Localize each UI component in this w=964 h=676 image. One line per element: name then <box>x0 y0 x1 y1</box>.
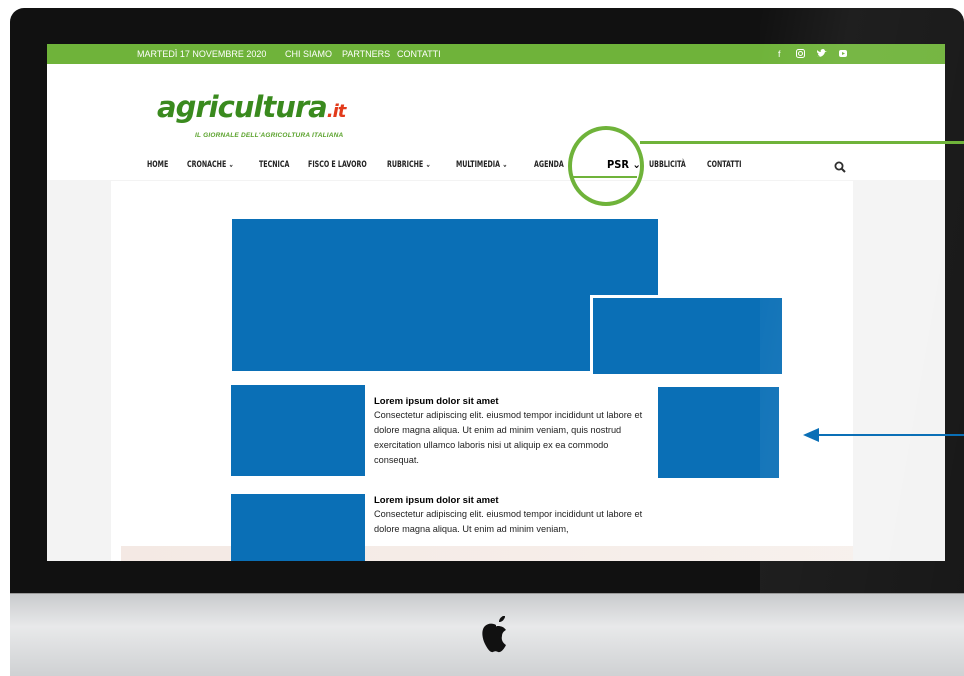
secondary-image-placeholder[interactable] <box>590 295 782 374</box>
nav-agenda[interactable]: AGENDA <box>534 160 564 174</box>
site-logo[interactable]: agricultura.it <box>157 90 347 124</box>
article-1-thumbnail[interactable] <box>231 385 365 476</box>
nav-contatti[interactable]: CONTATTI <box>707 160 742 174</box>
screen-reflection <box>760 8 964 593</box>
nav-pubblicita[interactable]: UBBLICITÀ <box>649 160 686 174</box>
article-2-title[interactable]: Lorem ipsum dolor sit amet <box>374 495 499 506</box>
callout-line-green <box>640 141 964 144</box>
logo-name: agricultura <box>157 90 328 124</box>
logo-tagline: IL GIORNALE DELL'AGRICOLTURA ITALIANA <box>195 132 344 139</box>
topbar-link-partners[interactable]: PARTNERS <box>342 49 390 59</box>
topbar-link-chi-siamo[interactable]: CHI SIAMO <box>285 49 332 59</box>
apple-logo-icon <box>482 616 506 653</box>
nav-cronache[interactable]: CRONACHE ⌄ <box>187 160 234 174</box>
article-2-body: Consectetur adipiscing elit. eiusmod tem… <box>374 509 643 534</box>
nav-tecnica[interactable]: TECNICA <box>259 160 289 174</box>
article-1-title[interactable]: Lorem ipsum dolor sit amet <box>374 396 499 407</box>
article-2-thumbnail[interactable] <box>231 494 365 561</box>
article-1-body: Consectetur adipiscing elit. eiusmod tem… <box>374 410 643 465</box>
date-label: MARTEDÌ 17 NOVEMBRE 2020 <box>137 49 267 59</box>
nav-multimedia[interactable]: MULTIMEDIA ⌄ <box>456 160 508 174</box>
monitor: MARTEDÌ 17 NOVEMBRE 2020 CHI SIAMO PARTN… <box>0 0 964 676</box>
logo-suffix: .it <box>326 101 347 122</box>
topbar-link-contatti[interactable]: CONTATTI <box>397 49 441 59</box>
nav-home[interactable]: HOME <box>147 160 168 174</box>
nav-rubriche[interactable]: RUBRICHE ⌄ <box>387 160 431 174</box>
nav-fisco-e-lavoro[interactable]: FISCO E LAVORO <box>308 160 367 174</box>
callout-arrow-line <box>818 434 964 436</box>
callout-arrow-icon <box>803 428 819 442</box>
psr-highlight-circle <box>568 126 644 206</box>
